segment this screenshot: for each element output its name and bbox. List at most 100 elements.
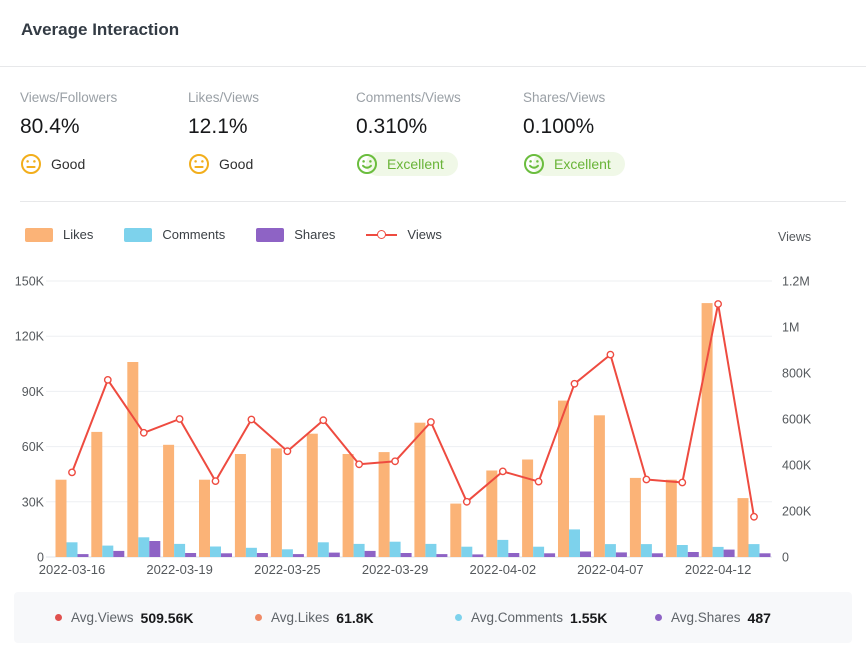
x-axis-label: 2022-03-29 xyxy=(362,562,429,577)
stat-dot-icon xyxy=(55,614,62,621)
footer-stats: Avg.Views509.56KAvg.Likes61.8KAvg.Commen… xyxy=(14,592,852,643)
bar-shares xyxy=(472,554,483,557)
stat-label: Avg.Views xyxy=(71,610,134,625)
bar-shares xyxy=(544,553,555,557)
avg-stat-avg-shares: Avg.Shares487 xyxy=(655,610,771,626)
metric-likes-views: Likes/Views 12.1% Good xyxy=(188,90,356,180)
views-point xyxy=(715,301,721,307)
bar-likes xyxy=(235,454,246,557)
stat-dot-icon xyxy=(255,614,262,621)
metric-value: 80.4% xyxy=(20,115,188,139)
bar-shares xyxy=(365,551,376,557)
smiley-neutral-icon xyxy=(20,153,42,175)
metric-value: 0.310% xyxy=(356,115,524,139)
stat-value: 509.56K xyxy=(141,610,194,626)
views-point xyxy=(105,377,111,383)
bar-likes xyxy=(738,498,749,557)
left-axis-tick: 150K xyxy=(15,275,45,289)
stat-value: 1.55K xyxy=(570,610,607,626)
left-axis-tick: 60K xyxy=(22,440,45,454)
bar-shares xyxy=(149,541,160,557)
bar-shares xyxy=(724,550,735,557)
views-point xyxy=(392,458,398,464)
bar-shares xyxy=(257,553,268,557)
bar-shares xyxy=(616,552,627,557)
page-title: Average Interaction xyxy=(21,20,179,40)
bar-likes xyxy=(414,423,425,557)
views-point xyxy=(751,514,757,520)
right-axis-tick: 1.2M xyxy=(782,275,810,289)
metric-value: 12.1% xyxy=(188,115,356,139)
metric-label: Likes/Views xyxy=(188,90,356,105)
stat-value: 61.8K xyxy=(336,610,373,626)
bar-likes xyxy=(666,480,677,557)
status-label: Good xyxy=(219,156,253,172)
stat-dot-icon xyxy=(655,614,662,621)
stat-label: Avg.Likes xyxy=(271,610,329,625)
status-badge: Excellent xyxy=(523,152,625,176)
metric-comments-views: Comments/Views0.310%Excellent xyxy=(356,90,524,180)
bar-comments xyxy=(318,542,329,557)
interaction-chart[interactable]: 030K60K90K120K150K0200K400K600K800K1M1.2… xyxy=(0,246,866,586)
views-point xyxy=(356,461,362,467)
views-point xyxy=(571,381,577,387)
bar-shares xyxy=(760,553,771,557)
bar-likes xyxy=(343,454,354,557)
stat-dot-icon xyxy=(455,614,462,621)
legend-item-views[interactable]: Views xyxy=(366,227,441,242)
smiley-excellent-icon xyxy=(523,153,545,175)
bar-shares xyxy=(652,553,663,557)
metric-label: Comments/Views xyxy=(356,90,524,105)
bar-comments xyxy=(102,546,113,557)
metric-label: Views/Followers xyxy=(20,90,188,105)
bar-shares xyxy=(401,553,412,557)
metric-shares-views: Shares/Views 0.100% Excellent xyxy=(523,90,691,180)
bar-comments xyxy=(569,529,580,557)
views-point xyxy=(500,468,506,474)
views-point xyxy=(464,499,470,505)
right-axis-tick: 400K xyxy=(782,459,812,473)
stat-label: Avg.Shares xyxy=(671,610,741,625)
x-axis-label: 2022-04-02 xyxy=(470,562,537,577)
views-point xyxy=(428,419,434,425)
legend-item-likes[interactable]: Likes xyxy=(25,227,93,242)
bar-shares xyxy=(329,553,340,557)
legend-swatch xyxy=(25,228,53,242)
bar-comments xyxy=(497,540,508,557)
legend-line-marker xyxy=(366,228,397,242)
status-badge: Good xyxy=(20,152,85,176)
legend-label: Comments xyxy=(162,227,225,242)
views-point xyxy=(69,469,75,475)
bar-likes xyxy=(594,415,605,557)
avg-stat-avg-views: Avg.Views 509.56K xyxy=(55,610,255,626)
right-axis-tick: 800K xyxy=(782,367,812,381)
x-axis-label: 2022-04-07 xyxy=(577,562,644,577)
right-axis-tick: 600K xyxy=(782,413,812,427)
legend-label: Views xyxy=(407,227,441,242)
bar-comments xyxy=(641,544,652,557)
x-axis-label: 2022-03-25 xyxy=(254,562,321,577)
metric-value: 0.100% xyxy=(523,115,691,139)
metric-views-followers: Views/Followers 80.4% Good xyxy=(20,90,188,180)
bar-likes xyxy=(307,434,318,557)
bar-comments xyxy=(174,544,185,557)
x-axis-label: 2022-03-19 xyxy=(146,562,213,577)
x-axis-label: 2022-03-16 xyxy=(39,562,106,577)
legend-item-comments[interactable]: Comments xyxy=(124,227,225,242)
bar-comments xyxy=(210,547,221,558)
bar-comments xyxy=(246,548,257,557)
right-axis-title: Views xyxy=(778,230,811,244)
metric-label: Shares/Views xyxy=(523,90,691,105)
views-point xyxy=(248,416,254,422)
views-point xyxy=(212,478,218,484)
x-axis-label: 2022-04-12 xyxy=(685,562,752,577)
chart-legend: Likes Comments Shares Views xyxy=(25,227,442,242)
legend-item-shares[interactable]: Shares xyxy=(256,227,335,242)
legend-swatch xyxy=(124,228,152,242)
divider xyxy=(20,201,846,202)
avg-stat-avg-likes: Avg.Likes 61.8K xyxy=(255,610,455,626)
bar-shares xyxy=(508,553,519,557)
bar-shares xyxy=(185,553,196,557)
bar-shares xyxy=(113,551,124,557)
left-axis-tick: 90K xyxy=(22,385,45,399)
